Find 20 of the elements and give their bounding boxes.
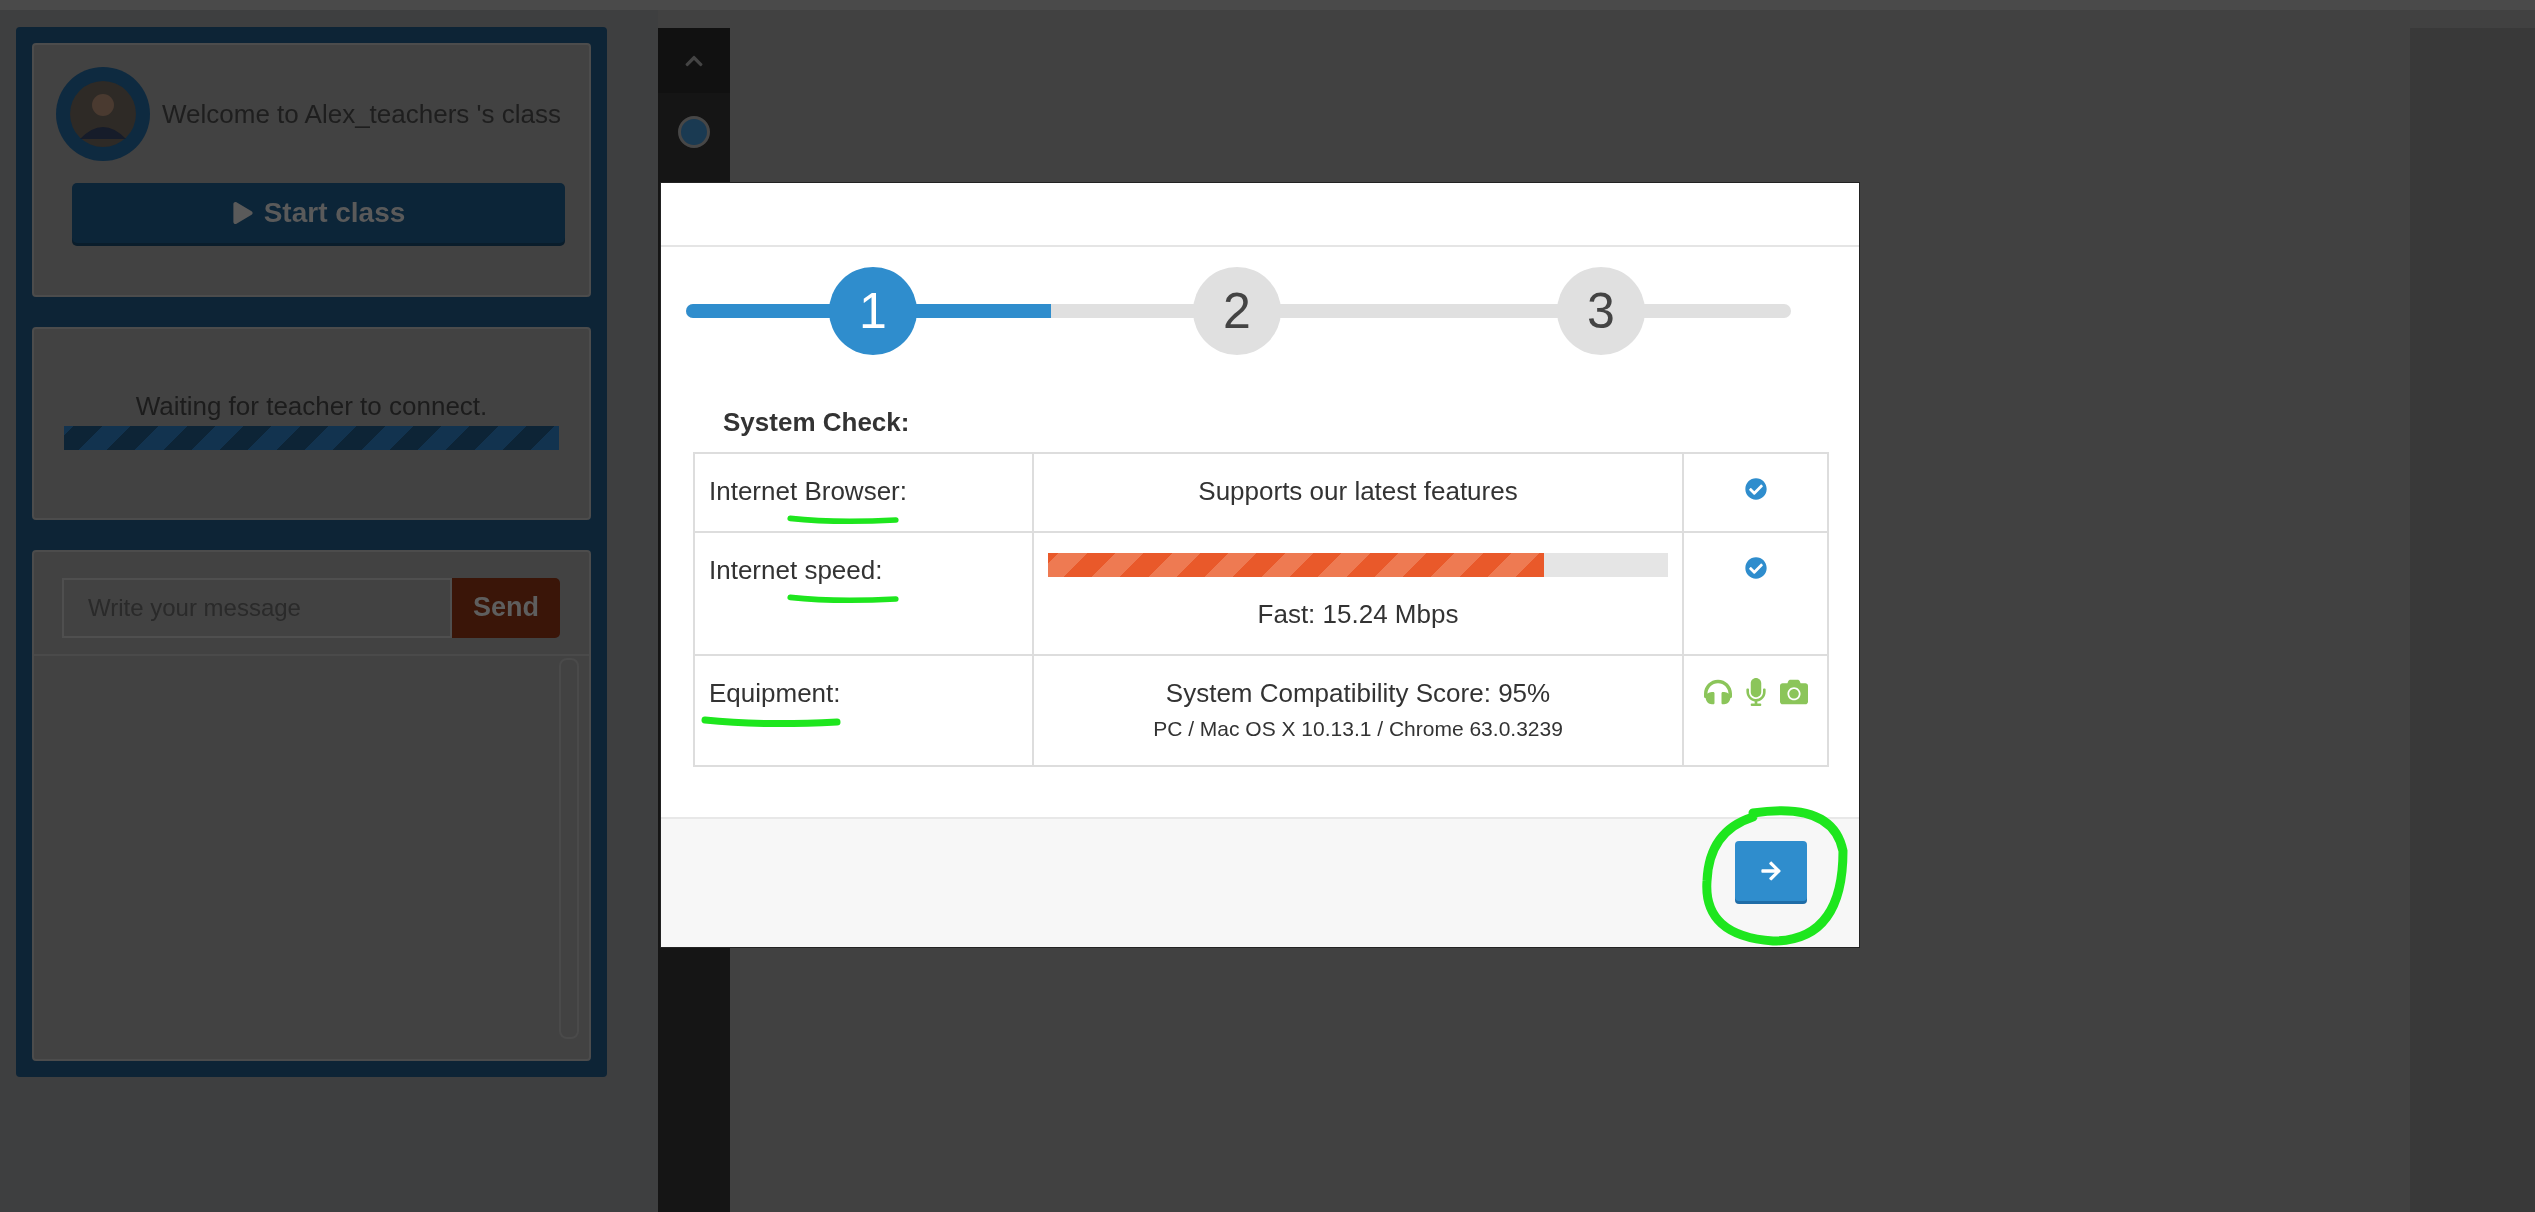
step-circle: 3: [1557, 267, 1645, 355]
section-title: System Check:: [723, 407, 911, 438]
system-detail: PC / Mac OS X 10.13.1 / Chrome 63.0.3239: [1152, 717, 1564, 741]
check-label: Internet Browser:: [694, 453, 1033, 532]
result-text: System Compatibility Score: 95%: [1164, 678, 1552, 709]
arrow-right-icon: [1760, 860, 1782, 882]
start-class-button[interactable]: Start class: [72, 183, 565, 243]
play-icon: [231, 202, 254, 224]
result-text: Supports our latest features: [1197, 476, 1519, 507]
check-label: Internet speed:: [694, 532, 1033, 655]
next-button[interactable]: [1735, 841, 1807, 901]
camera-icon: [1779, 678, 1808, 706]
result-text: Fast: 15.24 Mbps: [1256, 599, 1460, 630]
send-button[interactable]: Send: [452, 577, 560, 638]
step-circle: 1: [829, 267, 917, 355]
step-circle: 2: [1193, 267, 1281, 355]
dot-icon: [678, 116, 710, 148]
collapse-button[interactable]: [658, 28, 730, 93]
check-label: Equipment:: [694, 655, 1033, 766]
headphones-icon: [1703, 678, 1732, 706]
